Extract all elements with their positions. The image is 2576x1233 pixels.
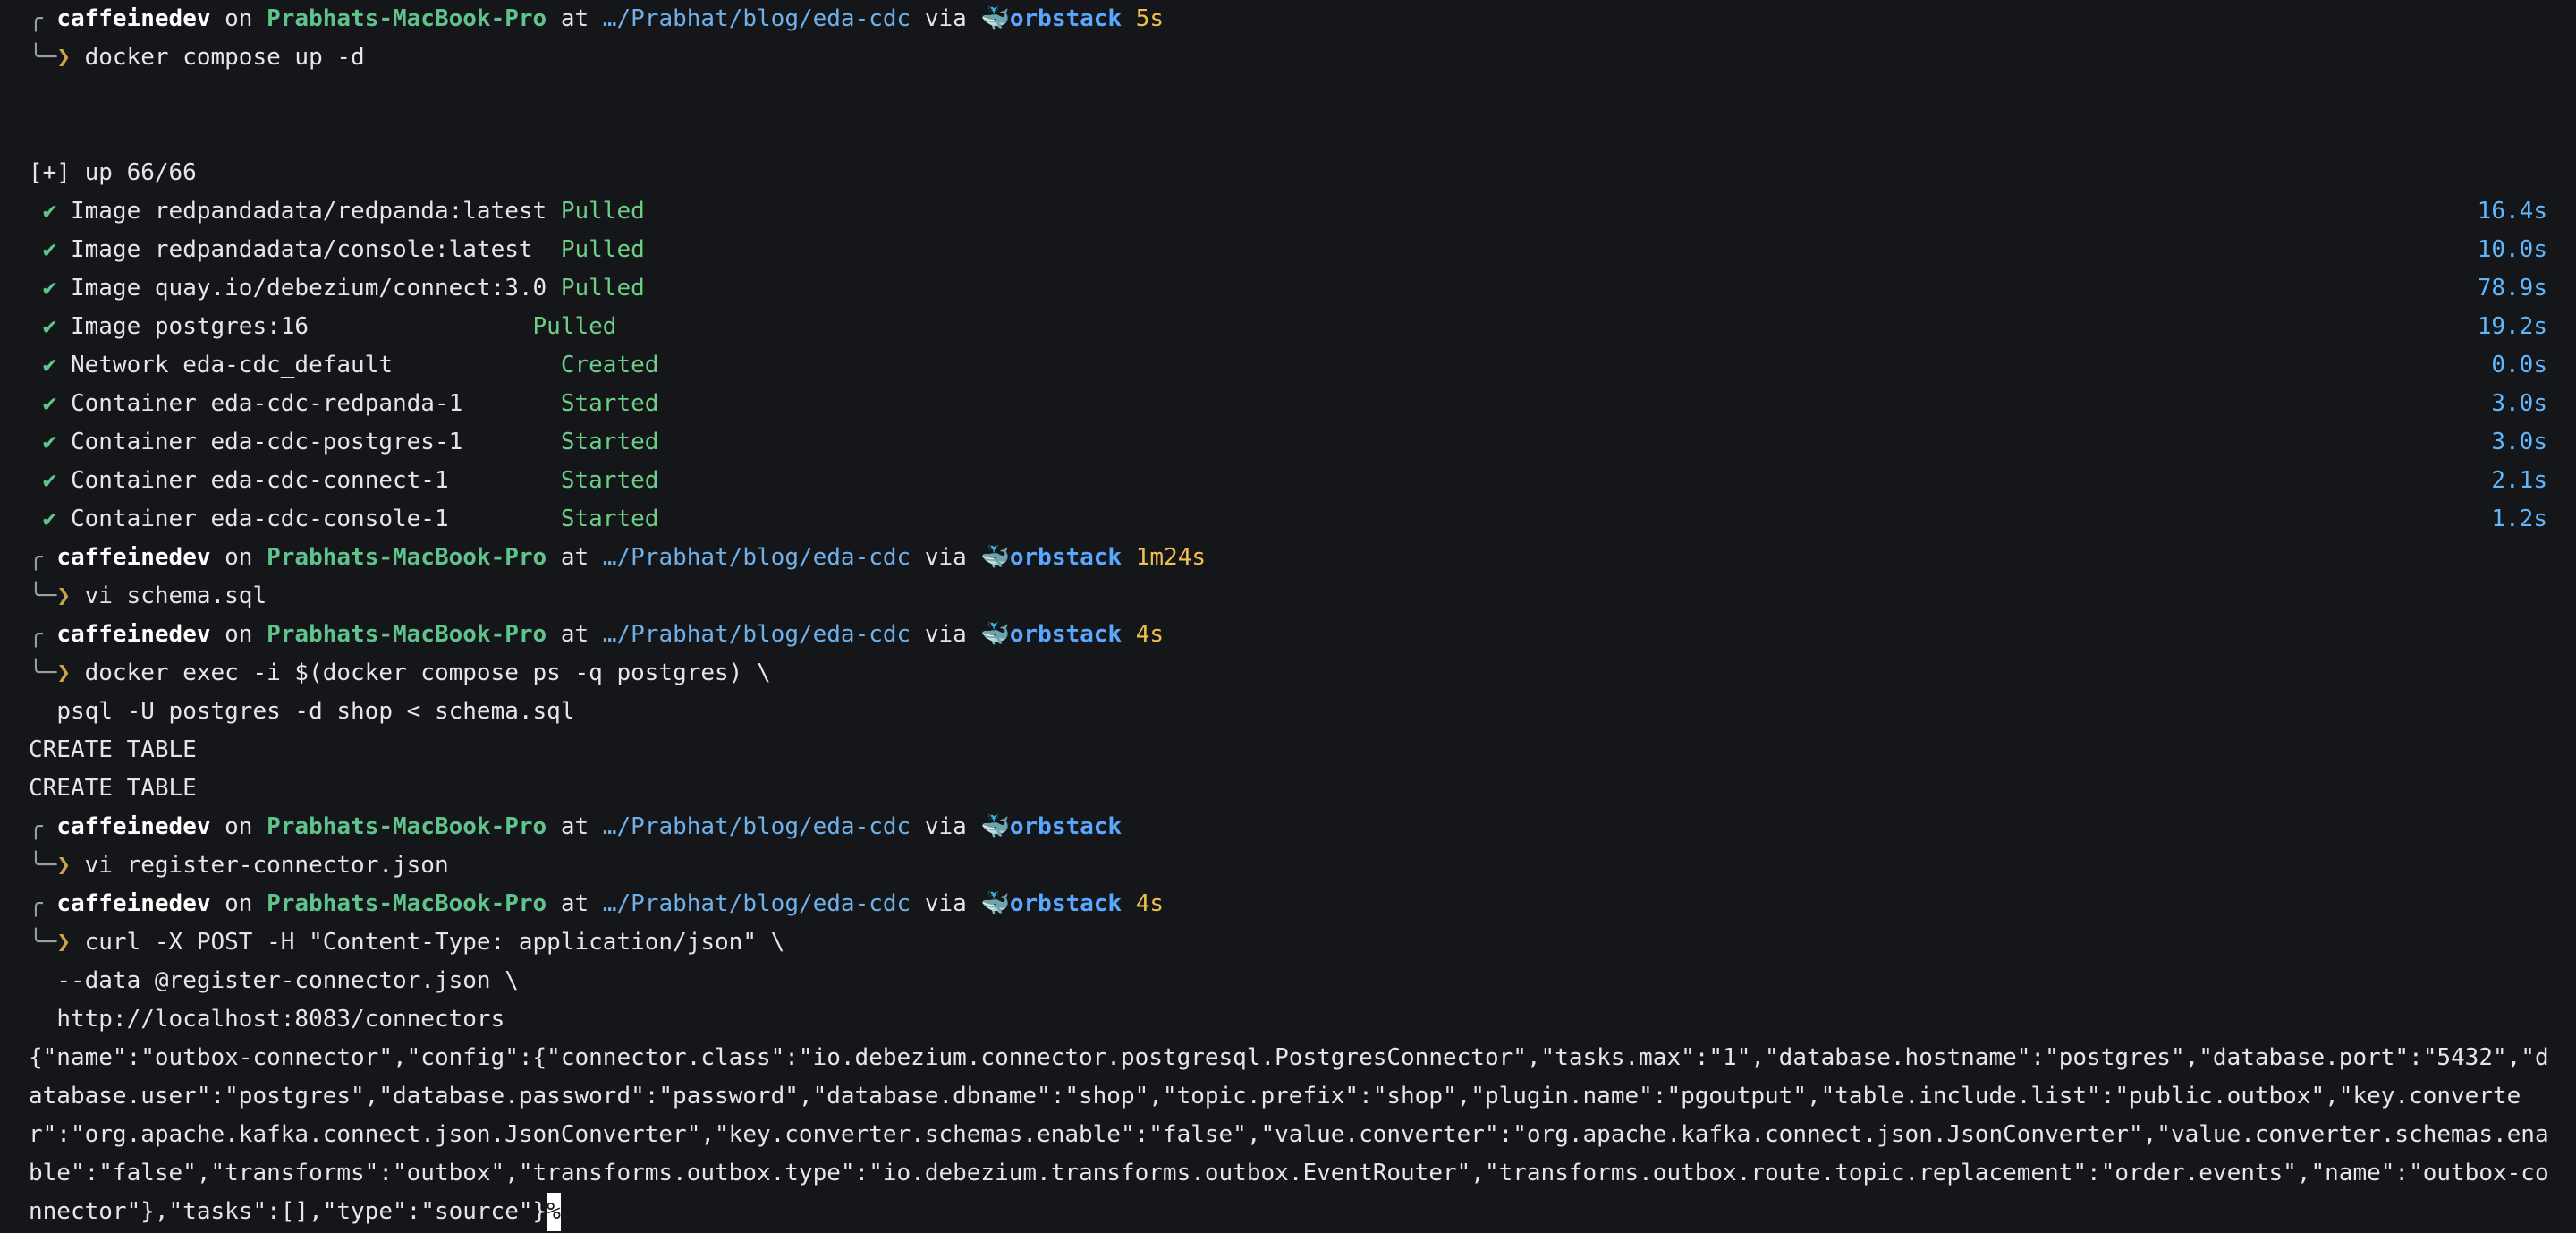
prompt-arrow-icon: ❯ xyxy=(56,929,71,956)
prompt-line: ╭ caffeinedev on Prabhats-MacBook-Pro at… xyxy=(29,5,1165,32)
prompt-arrow-icon: ❯ xyxy=(56,582,71,609)
docker-icon: 🐳 xyxy=(980,544,1010,571)
output-line: CREATE TABLE xyxy=(29,736,197,763)
command-line: ╰─❯ docker exec -i $(docker compose ps -… xyxy=(29,659,771,686)
compose-item: ✔ Image redpandadata/console:latest Pull… xyxy=(42,236,2547,263)
check-icon: ✔ xyxy=(42,313,57,340)
prompt-line: ╭ caffeinedev on Prabhats-MacBook-Pro at… xyxy=(29,890,1165,917)
compose-item: ✔ Image redpandadata/redpanda:latest Pul… xyxy=(42,198,2547,225)
docker-icon: 🐳 xyxy=(980,621,1010,648)
prompt-arrow-icon: ❯ xyxy=(56,659,71,686)
check-icon: ✔ xyxy=(42,390,57,417)
docker-icon: 🐳 xyxy=(980,5,1010,32)
docker-icon: 🐳 xyxy=(980,890,1010,917)
command-line: ╰─❯ vi register-connector.json xyxy=(29,852,449,879)
compose-item: ✔ Container eda-cdc-postgres-1 Started 3.… xyxy=(42,429,2547,455)
compose-item: ✔ Network eda-cdc_default Created 0.0s xyxy=(42,352,2547,378)
output-line: CREATE TABLE xyxy=(29,775,197,802)
check-icon: ✔ xyxy=(42,506,57,532)
compose-item: ✔ Container eda-cdc-connect-1 Started 2.1… xyxy=(42,467,2547,494)
terminal-cursor[interactable]: % xyxy=(547,1193,561,1231)
command-line: ╰─❯ docker compose up -d xyxy=(29,44,365,71)
compose-item: ✔ Image quay.io/debezium/connect:3.0 Pul… xyxy=(42,275,2547,302)
command-line: ╰─❯ vi schema.sql xyxy=(29,582,267,609)
prompt-arrow-icon: ❯ xyxy=(56,44,71,71)
command-line: ╰─❯ curl -X POST -H "Content-Type: appli… xyxy=(29,929,785,956)
docker-icon: 🐳 xyxy=(980,813,1010,840)
check-icon: ✔ xyxy=(42,352,57,378)
check-icon: ✔ xyxy=(42,429,57,455)
command-continuation: psql -U postgres -d shop < schema.sql xyxy=(56,698,575,725)
check-icon: ✔ xyxy=(42,198,57,225)
terminal-window: ╭ caffeinedev on Prabhats-MacBook-Pro at… xyxy=(0,0,2576,1233)
prompt-line: ╭ caffeinedev on Prabhats-MacBook-Pro at… xyxy=(29,621,1165,648)
check-icon: ✔ xyxy=(42,275,57,302)
compose-item: ✔ Container eda-cdc-console-1 Started 1.2… xyxy=(42,506,2547,532)
check-icon: ✔ xyxy=(42,236,57,263)
check-icon: ✔ xyxy=(42,467,57,494)
command-continuation: http://localhost:8083/connectors xyxy=(56,1006,505,1033)
compose-item: ✔ Container eda-cdc-redpanda-1 Started 3.… xyxy=(42,390,2547,417)
command-continuation: --data @register-connector.json \ xyxy=(56,967,519,994)
compose-item: ✔ Image postgres:16 Pulled 19.2s xyxy=(42,313,2547,340)
prompt-line: ╭ caffeinedev on Prabhats-MacBook-Pro at… xyxy=(29,544,1207,571)
curl-output: {"name":"outbox-connector","config":{"co… xyxy=(29,1039,2549,1231)
prompt-arrow-icon: ❯ xyxy=(56,852,71,879)
compose-header: [+] up 66/66 xyxy=(29,159,197,186)
prompt-line: ╭ caffeinedev on Prabhats-MacBook-Pro at… xyxy=(29,813,1123,840)
